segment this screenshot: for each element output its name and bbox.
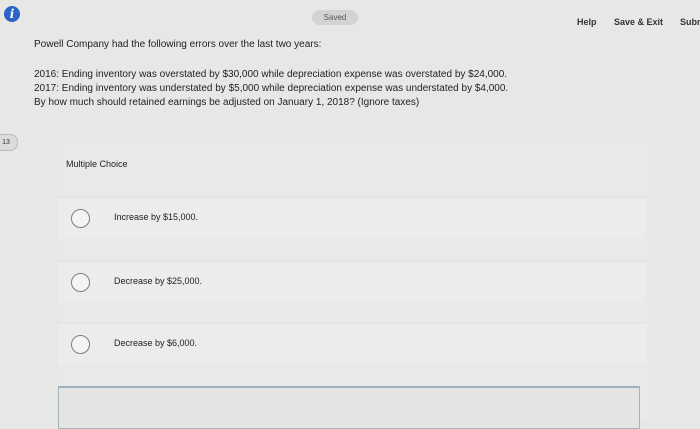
help-button[interactable]: Help [577,17,597,27]
choice-option-text: Decrease by $25,000. [114,276,203,286]
choice-option[interactable]: Decrease by $6,000. [58,323,646,364]
choice-option-text: Decrease by $6,000. [114,338,198,348]
info-icon[interactable]: i [4,6,20,22]
question-intro: Powell Company had the following errors … [34,39,322,50]
multiple-choice-panel: Multiple Choice Increase by $15,000. Dec… [58,144,648,420]
saved-status-badge: Saved [312,10,358,25]
choice-option[interactable]: Increase by $15,000. [58,197,646,238]
submit-button[interactable]: Subm [680,17,700,27]
next-question-box [58,386,640,429]
choice-option-text: Increase by $15,000. [114,212,199,222]
save-exit-button[interactable]: Save & Exit [614,17,663,27]
question-line-2017: 2017: Ending inventory was understated b… [34,83,509,94]
multiple-choice-label: Multiple Choice [66,159,128,169]
radio-button[interactable] [71,335,90,354]
question-prompt: By how much should retained earnings be … [34,97,420,108]
radio-button[interactable] [71,209,90,228]
question-line-2016: 2016: Ending inventory was overstated by… [34,69,508,80]
question-text: Powell Company had the following errors … [34,38,634,110]
radio-button[interactable] [71,273,90,292]
choice-option[interactable]: Decrease by $25,000. [58,261,646,302]
question-number-badge[interactable]: 13 [0,134,18,151]
